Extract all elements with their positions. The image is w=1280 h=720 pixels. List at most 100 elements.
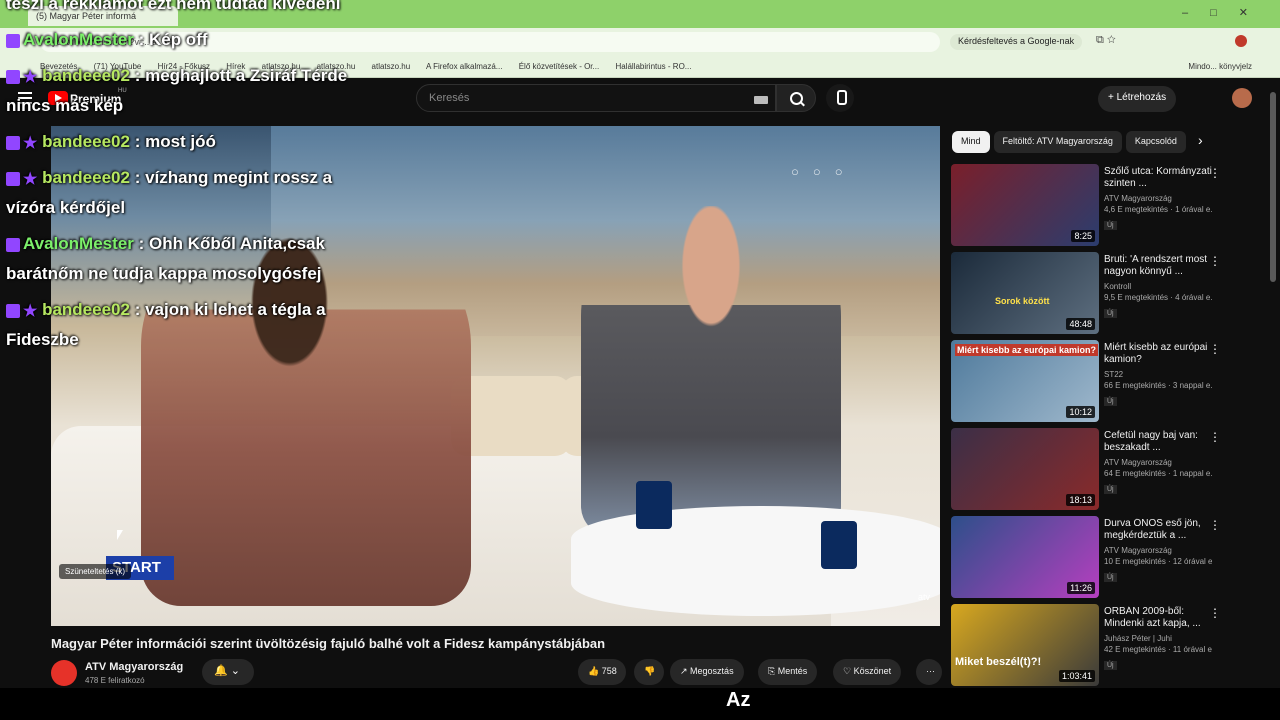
star-badge-icon: ★ [23,170,38,188]
related-title[interactable]: Szőlő utca: Kormányzati szinten ... [1104,166,1212,191]
chat-text: : meghajlott a Zsiráf Térde [129,66,348,85]
twitch-icon [6,237,20,252]
google-search-label: Kérdésfeltevés a Google-nak [958,36,1075,46]
save-button[interactable]: ⎘ Mentés [758,659,818,685]
more-vert-icon[interactable]: ⋮ [1209,342,1221,356]
chat-text: : vajon ki lehet a tégla a [129,300,326,319]
related-stats: 9,5 E megtekintés · 4 órával e... [1104,293,1212,302]
list-item[interactable]: Miért kisebb az európai kamion? 10:12 Mié… [951,340,1221,428]
new-badge: Új [1104,309,1117,318]
chat-message: ★ bandeee02 : most jóó [6,132,216,153]
twitch-icon [6,33,20,48]
bookmark-item[interactable]: A Firefox alkalmazá... [426,62,502,71]
create-button[interactable]: + Létrehozás [1098,86,1177,112]
chat-username: bandeee02 [42,168,130,187]
bookmark-item[interactable]: atlatszo.hu [372,62,411,71]
related-title[interactable]: Bruti: 'A rendszert most nagyon könnyű .… [1104,254,1212,279]
twitch-icon [6,69,20,84]
keyboard-icon[interactable] [754,96,768,104]
coffee-table [571,506,940,616]
video-thumbnail[interactable]: Miket beszél(t)?! 1:03:41 [951,604,1099,686]
star-icon[interactable]: ⧉ ☆ [1096,34,1116,47]
chat-continuation: barátnőm ne tudja kappa mosolygósfej [6,264,322,283]
duration-badge: 18:13 [1066,494,1095,506]
new-badge: Új [1104,397,1117,406]
notification-bell-icon[interactable]: 🔔 ⌄ [202,659,254,685]
duration-badge: 10:12 [1066,406,1095,418]
list-item[interactable]: Miket beszél(t)?! 1:03:41 ORBÁN 2009-ből:… [951,604,1221,692]
browser-profile-avatar[interactable] [1235,35,1247,47]
bookmark-item[interactable]: Halállabirintus - RO... [615,62,691,71]
duration-badge: 1:03:41 [1058,670,1095,682]
share-button[interactable]: ↗ Megosztás [670,659,744,685]
duration-badge: 48:48 [1066,318,1095,330]
more-vert-icon[interactable]: ⋮ [1209,254,1221,268]
google-search-button[interactable]: Kérdésfeltevés a Google-nak [950,34,1083,50]
more-vert-icon[interactable]: ⋮ [1209,606,1221,620]
search-button[interactable] [776,84,816,112]
chevron-right-icon[interactable]: › [1198,132,1203,148]
new-badge: Új [1104,661,1117,670]
thanks-button[interactable]: ♡ Köszönet [833,659,902,685]
chat-message: AvalonMester : Ohh Kőből Anita,csak [6,234,325,254]
search-input[interactable]: Keresés [416,84,776,112]
related-title[interactable]: Miért kisebb az európai kamion? [1104,342,1212,367]
related-stats: 4,6 E megtekintés · 1 órával e... [1104,205,1212,214]
video-thumbnail[interactable]: 8:25 [951,164,1099,246]
other-bookmarks[interactable]: Mindo... könyvjelz [1188,62,1252,71]
chip-all[interactable]: Mind [952,131,990,153]
related-channel[interactable]: ATV Magyarország [1104,194,1212,203]
list-item[interactable]: 18:13 Cefetül nagy baj van: beszakadt ..… [951,428,1221,516]
chat-message: ★ bandeee02 : vajon ki lehet a tégla a [6,300,326,321]
scrollbar[interactable] [1270,92,1276,282]
list-item[interactable]: Sorok között 48:48 Bruti: 'A rendszert mo… [951,252,1221,340]
video-thumbnail[interactable]: 11:26 [951,516,1099,598]
new-badge: Új [1104,221,1117,230]
chat-fragment: teszi a rekklámot ezt nem tudtad kivéden… [6,0,341,13]
more-vert-icon[interactable]: ⋮ [1209,430,1221,444]
create-label: Létrehozás [1116,92,1167,103]
chat-continuation: nincs más kép [6,96,124,115]
chip-related[interactable]: Kapcsolód [1125,131,1186,153]
star-badge-icon: ★ [23,134,38,152]
video-title: Magyar Péter információi szerint üvöltöz… [51,636,606,651]
chat-message: ★ bandeee02 : meghajlott a Zsiráf Térde [6,66,347,87]
video-thumbnail[interactable]: Sorok között 48:48 [951,252,1099,334]
duration-badge: 8:25 [1071,230,1095,242]
bookmark-item[interactable]: Élő közvetítések - Or... [519,62,599,71]
related-channel[interactable]: Kontroll [1104,282,1212,291]
related-channel[interactable]: Juhász Péter | Juhi [1104,634,1212,643]
channel-name[interactable]: ATV Magyarország [85,661,183,673]
mug [636,481,672,529]
video-player[interactable]: ○○○ START Szüneteltetés (k) atv [51,126,940,626]
thanks-label: Köszönet [853,666,892,676]
more-vert-icon[interactable]: ⋮ [1209,166,1221,180]
window-controls[interactable]: –□✕ [1182,6,1270,19]
like-button[interactable]: 👍 758 [578,659,626,685]
subscriber-count: 478 E feliratkozó [85,676,145,685]
video-thumbnail[interactable]: Miért kisebb az európai kamion? 10:12 [951,340,1099,422]
more-vert-icon[interactable]: ⋮ [1209,518,1221,532]
list-item[interactable]: 11:26 Durva ÓNOS eső jön, megkérdeztük a… [951,516,1221,604]
new-badge: Új [1104,573,1117,582]
avatar[interactable] [1232,88,1252,108]
dislike-icon[interactable]: 👎 [634,659,664,685]
thumbnail-text: Miket beszél(t)?! [955,656,1042,668]
related-videos: 8:25 Szőlő utca: Kormányzati szinten ...… [951,164,1221,692]
chip-uploader[interactable]: Feltöltő: ATV Magyarország [993,131,1122,153]
related-channel[interactable]: ATV Magyarország [1104,458,1212,467]
related-channel[interactable]: ATV Magyarország [1104,546,1212,555]
save-label: Mentés [777,666,808,676]
channel-avatar[interactable] [51,660,77,686]
list-item[interactable]: 8:25 Szőlő utca: Kormányzati szinten ...… [951,164,1221,252]
related-title[interactable]: ORBÁN 2009-ből: Mindenki azt kapja, ... [1104,606,1212,631]
share-label: Megosztás [690,666,734,676]
related-channel[interactable]: ST22 [1104,370,1212,379]
video-thumbnail[interactable]: 18:13 [951,428,1099,510]
related-title[interactable]: Durva ÓNOS eső jön, megkérdeztük a ... [1104,518,1212,543]
more-horiz-icon[interactable]: ··· [916,659,942,685]
related-filter-chips: Mind Feltöltő: ATV Magyarország Kapcsolód [952,131,1190,153]
related-title[interactable]: Cefetül nagy baj van: beszakadt ... [1104,430,1212,455]
voice-search-button[interactable] [826,84,854,112]
bottom-bar [0,688,1280,720]
